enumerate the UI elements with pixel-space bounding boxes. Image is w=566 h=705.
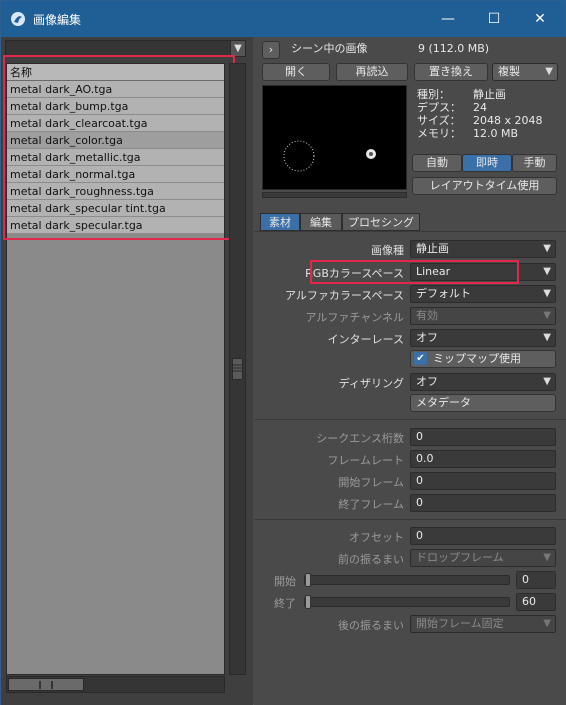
window-title: 画像編集 (33, 13, 82, 27)
metadata-button[interactable]: メタデータ (410, 394, 556, 412)
alpha-channel-label: アルファチャンネル (305, 311, 404, 324)
list-vertical-scrollbar[interactable] (229, 63, 246, 675)
tab-processing[interactable]: プロセシング (342, 213, 420, 231)
image-list-panel: ▼ 名称 metal dark_AO.tga metal dark_bump.t… (1, 37, 253, 705)
list-horizontal-scrollbar[interactable] (6, 676, 225, 693)
maximize-button[interactable]: ☐ (471, 1, 517, 37)
chevron-down-icon: ▼ (543, 332, 551, 343)
mipmap-checkbox[interactable]: ✔ ミップマップ使用 (410, 350, 556, 368)
preview-thumbnail (263, 86, 406, 189)
alpha-colorspace-label: アルファカラースペース (284, 289, 404, 302)
info-values: 静止画 24 2048 x 2048 12.0 MB (473, 88, 563, 140)
highlight-box-rgb-colorspace (310, 260, 519, 284)
chevron-down-icon: ▼ (545, 66, 553, 77)
slider-knob[interactable] (305, 573, 311, 587)
minimize-button[interactable]: — (425, 1, 471, 37)
offset-field[interactable]: 0 (410, 527, 556, 545)
section-divider (254, 519, 566, 520)
tab-source[interactable]: 素材 (260, 213, 300, 231)
range-start-label: 開始 (274, 575, 296, 588)
end-frame-field[interactable]: 0 (410, 494, 556, 512)
mipmap-label: ミップマップ使用 (433, 352, 521, 365)
slider-knob[interactable] (305, 595, 311, 609)
pre-behavior-select[interactable]: ドロップフレーム ▼ (410, 549, 556, 567)
range-end-slider[interactable] (304, 595, 510, 609)
chevron-right-icon: › (268, 43, 274, 56)
range-start-field[interactable]: 0 (516, 571, 556, 589)
framerate-label: フレームレート (327, 454, 404, 467)
info-type-value: 静止画 (473, 88, 506, 101)
chevron-down-icon: ▼ (543, 243, 551, 254)
open-button[interactable]: 開く (262, 63, 330, 81)
post-behavior-label: 後の振るまい (338, 619, 404, 632)
dithering-label: ディザリング (338, 377, 404, 390)
expand-button[interactable]: › (262, 41, 280, 59)
title-bar: 画像編集 — ☐ ✕ (1, 1, 565, 37)
preview-scrubber[interactable] (262, 192, 407, 198)
image-type-label: 画像種 (371, 244, 404, 257)
sequence-digits-label: シークエンス桁数 (316, 432, 404, 445)
layout-time-button[interactable]: レイアウトタイム使用 (412, 177, 557, 195)
interlace-select[interactable]: オフ ▼ (410, 329, 556, 347)
offset-label: オフセット (349, 531, 404, 544)
grip-lines-icon (233, 364, 242, 372)
image-type-value: 静止画 (416, 242, 449, 255)
interlace-label: インターレース (327, 333, 404, 346)
chevron-down-icon: ▼ (543, 266, 551, 277)
pre-behavior-value: ドロップフレーム (416, 551, 504, 564)
range-end-field[interactable]: 60 (516, 593, 556, 611)
scene-images-count: 9 (112.0 MB) (418, 42, 490, 55)
scrollbar-thumb[interactable] (8, 678, 84, 691)
alpha-channel-select[interactable]: 有効 ▼ (410, 307, 556, 325)
clone-dropdown[interactable]: 複製 ▼ (492, 63, 558, 81)
alpha-channel-value: 有効 (416, 309, 438, 322)
close-button[interactable]: ✕ (517, 1, 563, 37)
image-editor-window: 画像編集 — ☐ ✕ ▼ 名称 metal dark_AO.tga metal … (0, 0, 566, 705)
pre-behavior-label: 前の振るまい (338, 553, 404, 566)
section-divider (254, 419, 566, 420)
image-properties-panel: › シーン中の画像 9 (112.0 MB) 開く 再読込 置き換え 複製 ▼ … (254, 37, 566, 705)
info-size-value: 2048 x 2048 (473, 114, 543, 127)
chevron-down-icon: ▼ (543, 310, 551, 321)
image-type-select[interactable]: 静止画 ▼ (410, 240, 556, 258)
info-depth-value: 24 (473, 101, 487, 114)
tab-edit[interactable]: 編集 (300, 213, 342, 231)
load-manual-button[interactable]: 手動 (512, 154, 557, 172)
reload-button[interactable]: 再読込 (336, 63, 408, 81)
chevron-down-icon: ▼ (543, 552, 551, 563)
interlace-value: オフ (416, 331, 438, 344)
start-frame-field[interactable]: 0 (410, 472, 556, 490)
info-memory-value: 12.0 MB (473, 127, 519, 140)
alpha-colorspace-select[interactable]: デフォルト ▼ (410, 285, 556, 303)
scene-images-header: シーン中の画像 9 (112.0 MB) (286, 41, 556, 59)
range-end-label: 終了 (274, 597, 296, 610)
highlight-box-file-list (3, 55, 235, 240)
scene-images-label: シーン中の画像 (291, 42, 368, 55)
grip-lines-icon (39, 681, 53, 689)
dithering-value: オフ (416, 375, 438, 388)
sequence-digits-field[interactable]: 0 (410, 428, 556, 446)
scrollbar-grip[interactable] (232, 358, 243, 380)
chevron-down-icon: ▼ (543, 288, 551, 299)
clone-dropdown-label: 複製 (498, 65, 520, 78)
tab-divider (254, 231, 566, 232)
alpha-colorspace-value: デフォルト (416, 287, 471, 300)
post-behavior-select[interactable]: 開始フレーム固定 ▼ (410, 615, 556, 633)
post-behavior-value: 開始フレーム固定 (416, 617, 504, 630)
chevron-down-icon: ▼ (543, 618, 551, 629)
replace-button[interactable]: 置き換え (414, 63, 488, 81)
dithering-select[interactable]: オフ ▼ (410, 373, 556, 391)
load-immediate-button[interactable]: 即時 (462, 154, 512, 172)
chevron-down-icon: ▼ (234, 43, 242, 54)
range-start-slider[interactable] (304, 573, 510, 587)
start-frame-label: 開始フレーム (338, 476, 404, 489)
load-auto-button[interactable]: 自動 (412, 154, 462, 172)
checkmark-icon: ✔ (414, 352, 427, 365)
framerate-field[interactable]: 0.0 (410, 450, 556, 468)
image-preview (262, 85, 407, 190)
end-frame-label: 終了フレーム (338, 498, 404, 511)
lightwave-icon (11, 12, 25, 26)
chevron-down-icon: ▼ (543, 376, 551, 387)
